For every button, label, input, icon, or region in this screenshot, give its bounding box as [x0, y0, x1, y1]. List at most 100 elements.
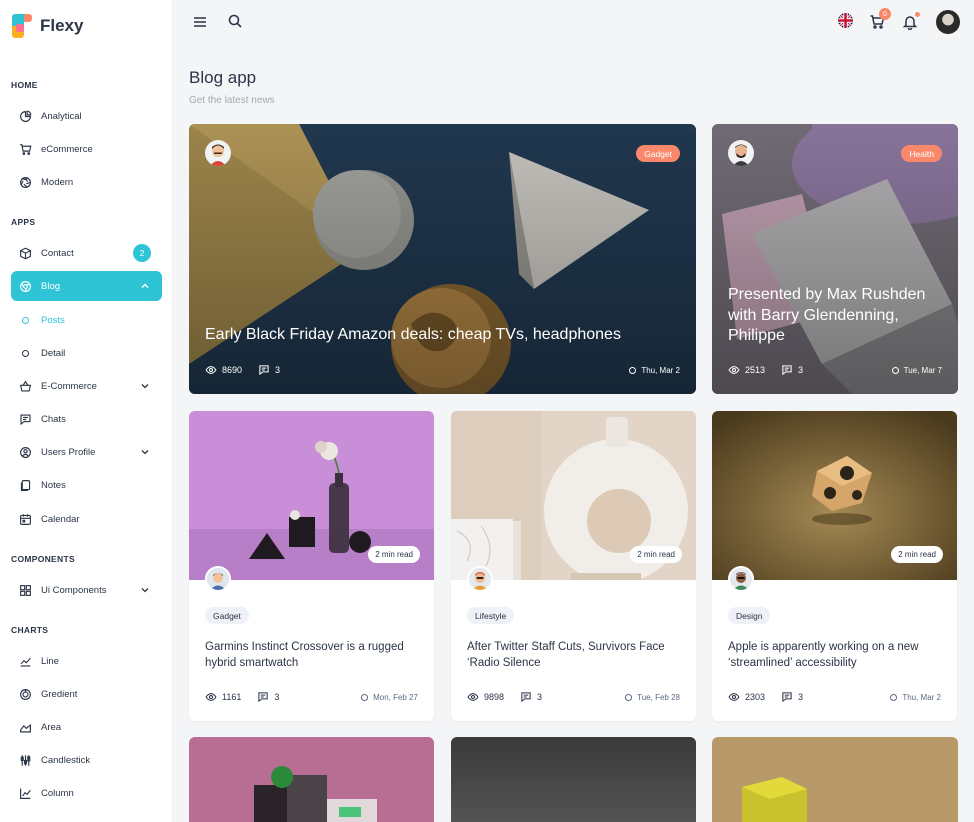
post-card[interactable] — [451, 737, 696, 822]
category-tag[interactable]: Lifestyle — [467, 607, 515, 624]
author-avatar[interactable] — [728, 140, 754, 166]
image-overlay — [189, 124, 696, 394]
comment-count: 3 — [274, 692, 280, 702]
message-icon — [259, 365, 269, 376]
basket-icon — [19, 380, 32, 393]
message-icon — [782, 365, 792, 376]
view-count: 9898 — [484, 692, 505, 702]
category-tag[interactable]: Gadget — [205, 607, 249, 624]
post-meta: 8690 3 Thu, Mar 2 — [205, 364, 680, 376]
eye-icon — [728, 693, 740, 701]
aperture-icon — [19, 176, 32, 189]
featured-post-title[interactable]: Early Black Friday Amazon deals: cheap T… — [205, 325, 680, 346]
author-avatar[interactable] — [728, 566, 754, 592]
uk-flag-icon[interactable] — [838, 13, 853, 28]
sidebar-item-line[interactable]: Line — [11, 646, 162, 676]
message-icon — [19, 413, 32, 426]
eye-icon — [728, 366, 740, 374]
calendar-icon — [19, 513, 32, 526]
post-title[interactable]: Garmins Instinct Crossover is a rugged h… — [205, 640, 418, 671]
category-tag[interactable]: Gadget — [636, 145, 680, 162]
category-tag[interactable]: Design — [728, 607, 771, 624]
contact-count-badge: 2 — [133, 244, 151, 262]
sidebar-item-analytical[interactable]: Analytical — [11, 101, 162, 131]
sidebar-item-area[interactable]: Area — [11, 712, 162, 742]
post-title[interactable]: After Twitter Staff Cuts, Survivors Face… — [467, 640, 680, 671]
sidebar-item-modern[interactable]: Modern — [11, 167, 162, 197]
post-date: Thu, Mar 2 — [902, 692, 941, 702]
author-avatar[interactable] — [467, 566, 493, 592]
message-icon — [521, 692, 531, 703]
chevron-down-icon — [141, 588, 149, 593]
author-avatar[interactable] — [205, 566, 231, 592]
sidebar-item-label: Users Profile — [41, 446, 96, 458]
view-count: 1161 — [222, 692, 242, 702]
search-icon[interactable] — [227, 13, 243, 29]
column-chart-icon — [19, 787, 32, 800]
shopping-cart-icon — [19, 143, 32, 156]
circle-dot-icon — [19, 347, 32, 360]
message-icon — [258, 692, 269, 703]
category-tag[interactable]: Health — [901, 145, 942, 162]
sidebar-item-label: Gredient — [41, 688, 78, 700]
sidebar-item-candlestick[interactable]: Candlestick — [11, 745, 162, 775]
sidebar-item-label: Posts — [41, 314, 65, 326]
featured-post-card[interactable]: Gadget Early Black Friday Amazon deals: … — [189, 124, 696, 394]
post-card[interactable]: 2 min read Gadget Garmins Instinct Cross… — [189, 411, 434, 721]
sidebar-item-detail[interactable]: Detail — [11, 338, 162, 368]
sidebar-item-column[interactable]: Column — [11, 778, 162, 808]
brand[interactable]: Flexy — [12, 14, 83, 38]
nav-section-apps: APPS — [11, 217, 36, 227]
user-circle-icon — [19, 446, 32, 459]
view-count: 8690 — [222, 365, 243, 375]
cart-count-badge: 0 — [879, 8, 891, 20]
notification-dot — [915, 12, 920, 17]
post-image — [712, 737, 958, 822]
sidebar-item-gradient[interactable]: Gredient — [11, 679, 162, 709]
sidebar-item-calendar[interactable]: Calendar — [11, 504, 162, 534]
pie-chart-icon — [19, 110, 32, 123]
eye-icon — [205, 366, 217, 374]
menu-icon[interactable] — [192, 14, 208, 30]
sidebar-item-label: Area — [41, 721, 62, 733]
comment-count: 3 — [798, 365, 804, 375]
read-time-badge: 2 min read — [630, 546, 682, 563]
nav-section-charts: CHARTS — [11, 625, 49, 635]
sidebar-item-label: Analytical — [41, 110, 82, 122]
sidebar-item-e-commerce[interactable]: E-Commerce — [11, 371, 162, 401]
sidebar-item-label: Candlestick — [41, 754, 91, 766]
post-meta: 2513 3 Tue, Mar 7 — [728, 364, 942, 376]
circle-dot-icon — [890, 693, 898, 701]
sidebar-item-blog[interactable]: Blog — [11, 271, 162, 301]
sidebar-item-notes[interactable]: Notes — [11, 470, 162, 500]
user-avatar[interactable] — [936, 10, 960, 34]
sidebar-item-label: Calendar — [41, 513, 80, 525]
sidebar-item-label: eCommerce — [41, 143, 93, 155]
circle-dot-icon — [629, 366, 637, 374]
comment-count: 3 — [537, 692, 543, 702]
message-icon — [782, 692, 792, 703]
featured-post-title[interactable]: Presented by Max Rushden with Barry Glen… — [728, 285, 942, 347]
sidebar-item-ui-components[interactable]: Ui Components — [11, 575, 162, 605]
sidebar-item-contact[interactable]: Contact 2 — [11, 238, 162, 268]
sidebar-item-posts[interactable]: Posts — [11, 305, 162, 335]
post-card[interactable] — [712, 737, 958, 822]
sidebar-item-label: Detail — [41, 347, 66, 359]
post-card[interactable]: 2 min read Lifestyle After Twitter Staff… — [451, 411, 696, 721]
post-date: Thu, Mar 2 — [641, 365, 680, 375]
post-card[interactable]: 2 min read Design Apple is apparently wo… — [712, 411, 957, 721]
sidebar-item-users-profile[interactable]: Users Profile — [11, 437, 162, 467]
sidebar-item-label: Notes — [41, 479, 66, 491]
post-title[interactable]: Apple is apparently working on a new ‘st… — [728, 640, 941, 671]
box-icon — [19, 247, 32, 260]
sidebar-item-label: Blog — [41, 280, 61, 292]
read-time-badge: 2 min read — [368, 546, 420, 563]
area-chart-icon — [19, 721, 32, 734]
sidebar-item-label: Contact — [41, 247, 74, 259]
post-image — [451, 737, 696, 822]
sidebar-item-ecommerce[interactable]: eCommerce — [11, 134, 162, 164]
post-card[interactable] — [189, 737, 434, 822]
sidebar-item-chats[interactable]: Chats — [11, 404, 162, 434]
author-avatar[interactable] — [205, 140, 231, 166]
featured-post-card[interactable]: Health Presented by Max Rushden with Bar… — [712, 124, 958, 394]
